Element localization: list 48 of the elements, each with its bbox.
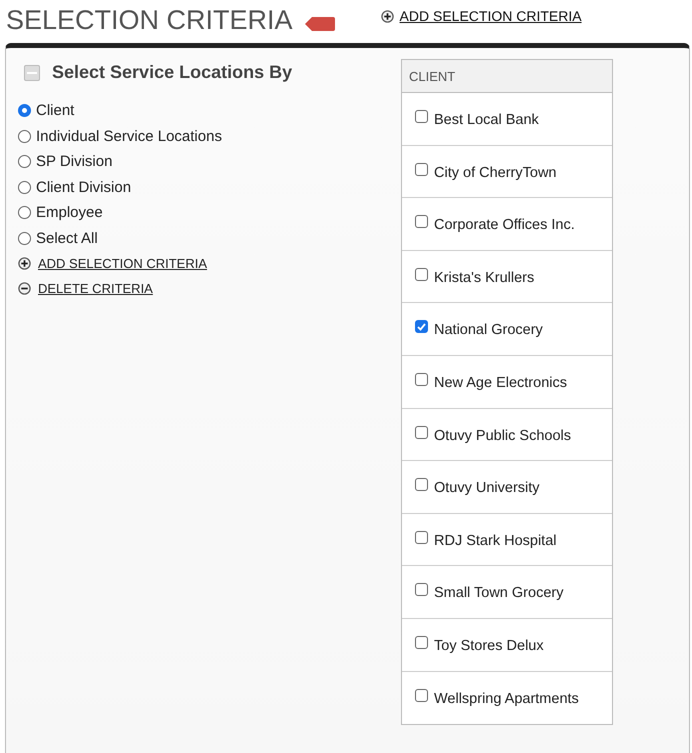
radio-button[interactable] <box>18 155 31 168</box>
radio-option[interactable]: Client Division <box>18 174 401 200</box>
client-row[interactable]: National Grocery <box>402 303 612 356</box>
checkbox[interactable] <box>415 162 428 176</box>
client-row[interactable]: Toy Stores Delux <box>402 618 612 672</box>
radio-button[interactable] <box>18 232 31 245</box>
collapse-toggle[interactable] <box>24 64 40 80</box>
delete-criteria-link[interactable]: DELETE CRITERIA <box>18 276 401 301</box>
client-row[interactable]: Otuvy Public Schools <box>402 408 612 462</box>
section-title: Select Service Locations By <box>52 62 292 83</box>
checkbox[interactable] <box>415 583 428 596</box>
client-row[interactable]: Corporate Offices Inc. <box>402 198 612 251</box>
add-criteria-link[interactable]: ADD SELECTION CRITERIA <box>18 251 401 276</box>
checkbox[interactable] <box>415 688 428 702</box>
client-row[interactable]: Small Town Grocery <box>402 566 612 619</box>
client-row[interactable]: City of CherryTown <box>402 146 612 198</box>
client-row[interactable]: Otuvy University <box>402 461 612 514</box>
client-row[interactable]: Best Local Bank <box>402 93 612 146</box>
tag-icon <box>304 17 335 31</box>
checkbox[interactable] <box>415 372 428 386</box>
checkbox[interactable] <box>415 215 428 228</box>
client-row[interactable]: Wellspring Apartments <box>402 672 612 724</box>
minus-icon <box>27 70 37 74</box>
checkbox[interactable] <box>415 320 428 334</box>
add-criteria-link[interactable]: ADD SELECTION CRITERIA <box>380 8 582 24</box>
radio-button[interactable] <box>18 130 31 143</box>
checkbox[interactable] <box>415 530 428 544</box>
radio-button[interactable] <box>18 104 31 118</box>
checkbox[interactable] <box>415 426 428 439</box>
page-title: SELECTION CRITERIA <box>6 4 293 36</box>
column-header: CLIENT <box>402 60 612 93</box>
checkbox[interactable] <box>415 110 428 123</box>
client-row[interactable]: RDJ Stark Hospital <box>402 514 612 566</box>
plus-circle-icon <box>380 10 394 22</box>
radio-option[interactable]: Individual Service Locations <box>18 124 401 149</box>
radio-button[interactable] <box>18 206 31 220</box>
radio-option[interactable]: SP Division <box>18 149 401 174</box>
radio-option[interactable]: Select All <box>18 226 401 251</box>
checkbox[interactable] <box>415 636 428 649</box>
checkbox[interactable] <box>415 478 428 492</box>
checkbox[interactable] <box>415 268 428 281</box>
plus-circle-icon <box>18 257 31 270</box>
client-row[interactable]: Krista's Krullers <box>402 250 612 304</box>
radio-button[interactable] <box>18 180 31 194</box>
radio-option[interactable]: Employee <box>18 200 401 226</box>
minus-circle-icon <box>18 282 31 295</box>
client-row[interactable]: New Age Electronics <box>402 356 612 409</box>
radio-option[interactable]: Client <box>18 98 401 124</box>
